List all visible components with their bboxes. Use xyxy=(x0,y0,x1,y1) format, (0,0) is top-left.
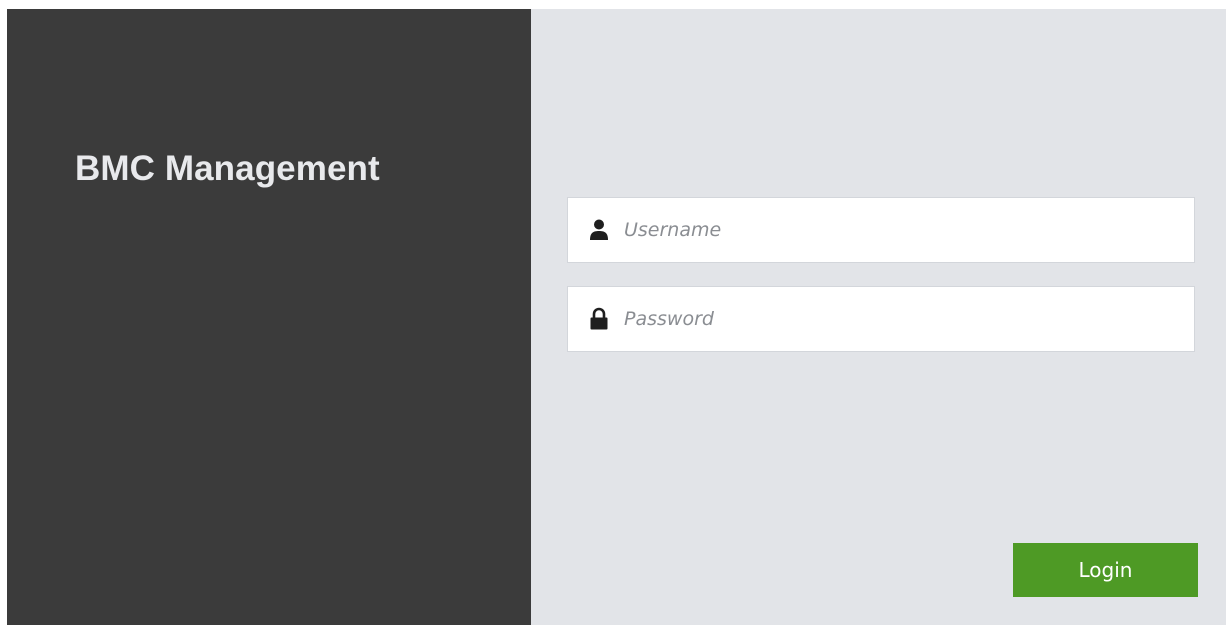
login-page: BMC Management Login xyxy=(7,9,1226,625)
username-field[interactable] xyxy=(567,197,1195,263)
lock-icon xyxy=(588,307,610,331)
user-icon xyxy=(588,218,610,242)
password-field[interactable] xyxy=(567,286,1195,352)
app-title: BMC Management xyxy=(75,149,380,188)
username-input[interactable] xyxy=(624,210,1184,250)
login-button[interactable]: Login xyxy=(1013,543,1198,597)
login-panel: Login xyxy=(531,9,1226,625)
password-input[interactable] xyxy=(624,299,1184,339)
branding-panel: BMC Management xyxy=(7,9,531,625)
